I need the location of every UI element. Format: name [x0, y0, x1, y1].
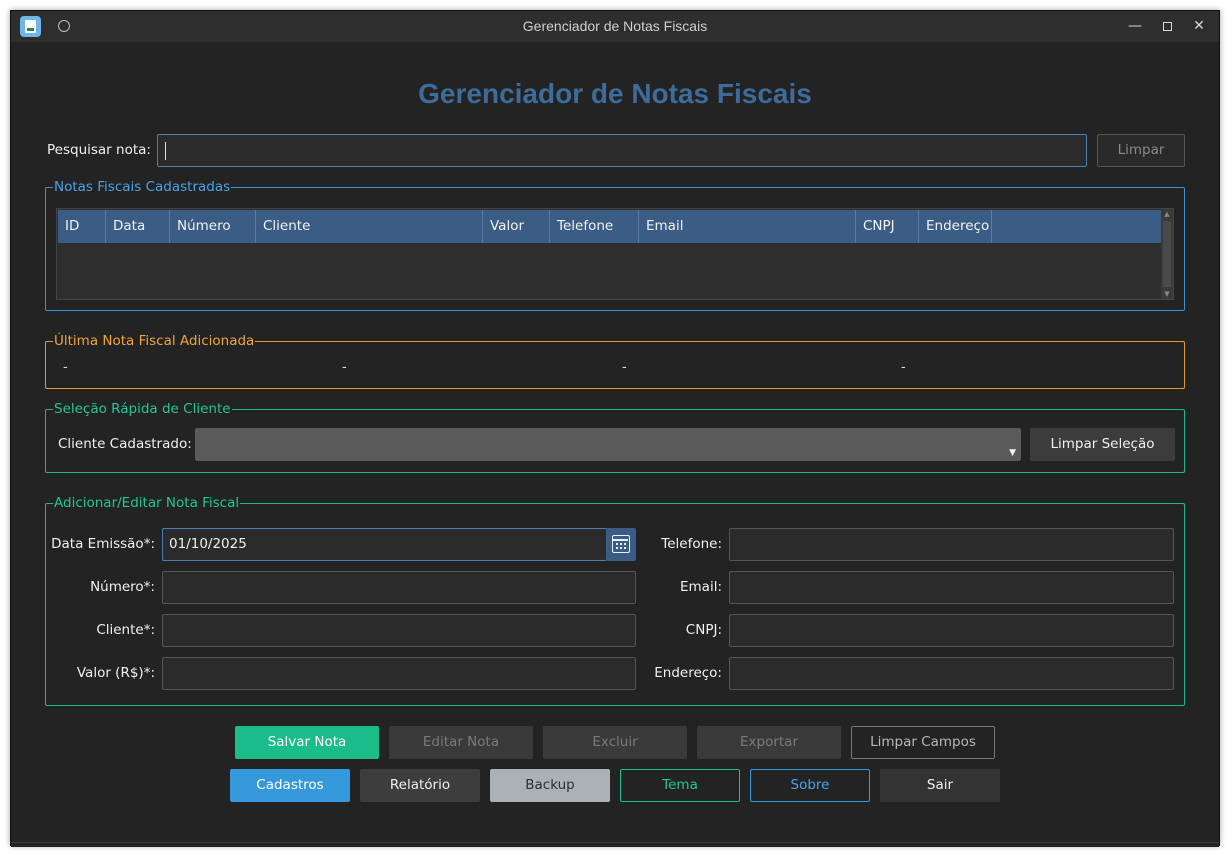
endereco-label: Endereço:	[654, 665, 722, 681]
clear-search-button[interactable]: Limpar	[1097, 134, 1185, 167]
notas-group-title: Notas Fiscais Cadastradas	[53, 179, 232, 195]
column-header-valor[interactable]: Valor	[483, 210, 550, 243]
close-button[interactable]: ✕	[1187, 15, 1211, 37]
notas-group: Notas Fiscais Cadastradas ID Data Número…	[45, 179, 1185, 311]
cnpj-label: CNPJ:	[685, 622, 722, 638]
add-edit-nota-title: Adicionar/Editar Nota Fiscal	[53, 495, 241, 511]
column-header-data[interactable]: Data	[106, 210, 170, 243]
table-header: ID Data Número Cliente Valor Telefone Em…	[58, 210, 1161, 243]
telefone-field[interactable]	[729, 528, 1174, 561]
cadastros-button[interactable]: Cadastros	[230, 769, 350, 802]
numero-label: Número*:	[90, 579, 155, 595]
data-emissao-field[interactable]: 01/10/2025	[162, 528, 607, 561]
title-bar: Gerenciador de Notas Fiscais — ✕	[11, 11, 1219, 42]
editar-nota-button[interactable]: Editar Nota	[389, 726, 533, 759]
maximize-button[interactable]	[1155, 15, 1179, 37]
column-header-id[interactable]: ID	[58, 210, 106, 243]
search-label: Pesquisar nota:	[47, 142, 151, 158]
limpar-campos-button[interactable]: Limpar Campos	[851, 726, 995, 759]
scroll-up-icon[interactable]: ▲	[1161, 209, 1173, 219]
calendar-button[interactable]	[606, 528, 636, 561]
telefone-label: Telefone:	[661, 536, 722, 552]
data-emissao-label: Data Emissão*:	[51, 536, 155, 552]
cliente-label: Cliente*:	[96, 622, 155, 638]
ultima-nota-value: -	[342, 360, 347, 375]
notas-table[interactable]: ID Data Número Cliente Valor Telefone Em…	[56, 208, 1174, 300]
column-header-numero[interactable]: Número	[170, 210, 256, 243]
excluir-button[interactable]: Excluir	[543, 726, 687, 759]
email-field[interactable]	[729, 571, 1174, 604]
calendar-icon	[612, 535, 630, 553]
cliente-field[interactable]	[162, 614, 636, 647]
ultima-nota-value: -	[63, 360, 68, 375]
ultima-nota-group: Última Nota Fiscal Adicionada - - - -	[45, 333, 1185, 389]
ultima-nota-title: Última Nota Fiscal Adicionada	[53, 333, 256, 349]
minimize-button[interactable]: —	[1123, 15, 1147, 37]
relatorio-button[interactable]: Relatório	[360, 769, 480, 802]
text-caret	[165, 142, 166, 160]
column-header-email[interactable]: Email	[639, 210, 856, 243]
column-header-cnpj[interactable]: CNPJ	[856, 210, 919, 243]
email-label: Email:	[679, 579, 722, 595]
valor-field[interactable]	[162, 657, 636, 690]
tema-button[interactable]: Tema	[620, 769, 740, 802]
sair-button[interactable]: Sair	[880, 769, 1000, 802]
valor-label: Valor (R$)*:	[76, 665, 155, 681]
page-title: Gerenciador de Notas Fiscais	[418, 78, 812, 109]
backup-button[interactable]: Backup	[490, 769, 610, 802]
exportar-button[interactable]: Exportar	[697, 726, 841, 759]
limpar-selecao-button[interactable]: Limpar Seleção	[1030, 428, 1175, 461]
add-edit-nota-group: Adicionar/Editar Nota Fiscal Data Emissã…	[45, 495, 1185, 706]
salvar-nota-button[interactable]: Salvar Nota	[235, 726, 379, 759]
scroll-down-icon[interactable]: ▼	[1161, 289, 1173, 299]
endereco-field[interactable]	[729, 657, 1174, 690]
ultima-nota-value: -	[901, 360, 906, 375]
app-window: Gerenciador de Notas Fiscais — ✕ Gerenci…	[10, 10, 1220, 847]
column-header-cliente[interactable]: Cliente	[256, 210, 483, 243]
sobre-button[interactable]: Sobre	[750, 769, 870, 802]
scroll-thumb[interactable]	[1163, 221, 1171, 287]
search-input[interactable]	[157, 134, 1087, 167]
main-content: Gerenciador de Notas Fiscais Pesquisar n…	[11, 42, 1219, 847]
cliente-cadastrado-select[interactable]: ▼	[195, 428, 1021, 461]
selecao-cliente-group: Seleção Rápida de Cliente Cliente Cadast…	[45, 401, 1185, 473]
bottom-divider	[11, 842, 1219, 843]
window-title: Gerenciador de Notas Fiscais	[522, 18, 708, 34]
ultima-nota-value: -	[622, 360, 627, 375]
numero-field[interactable]	[162, 571, 636, 604]
column-header-endereco[interactable]: Endereço	[919, 210, 992, 243]
selecao-cliente-title: Seleção Rápida de Cliente	[53, 401, 232, 417]
table-scrollbar[interactable]: ▲ ▼	[1161, 209, 1173, 299]
cnpj-field[interactable]	[729, 614, 1174, 647]
chevron-down-icon: ▼	[1009, 448, 1016, 458]
cliente-cadastrado-label: Cliente Cadastrado:	[58, 436, 192, 452]
column-header-telefone[interactable]: Telefone	[550, 210, 639, 243]
